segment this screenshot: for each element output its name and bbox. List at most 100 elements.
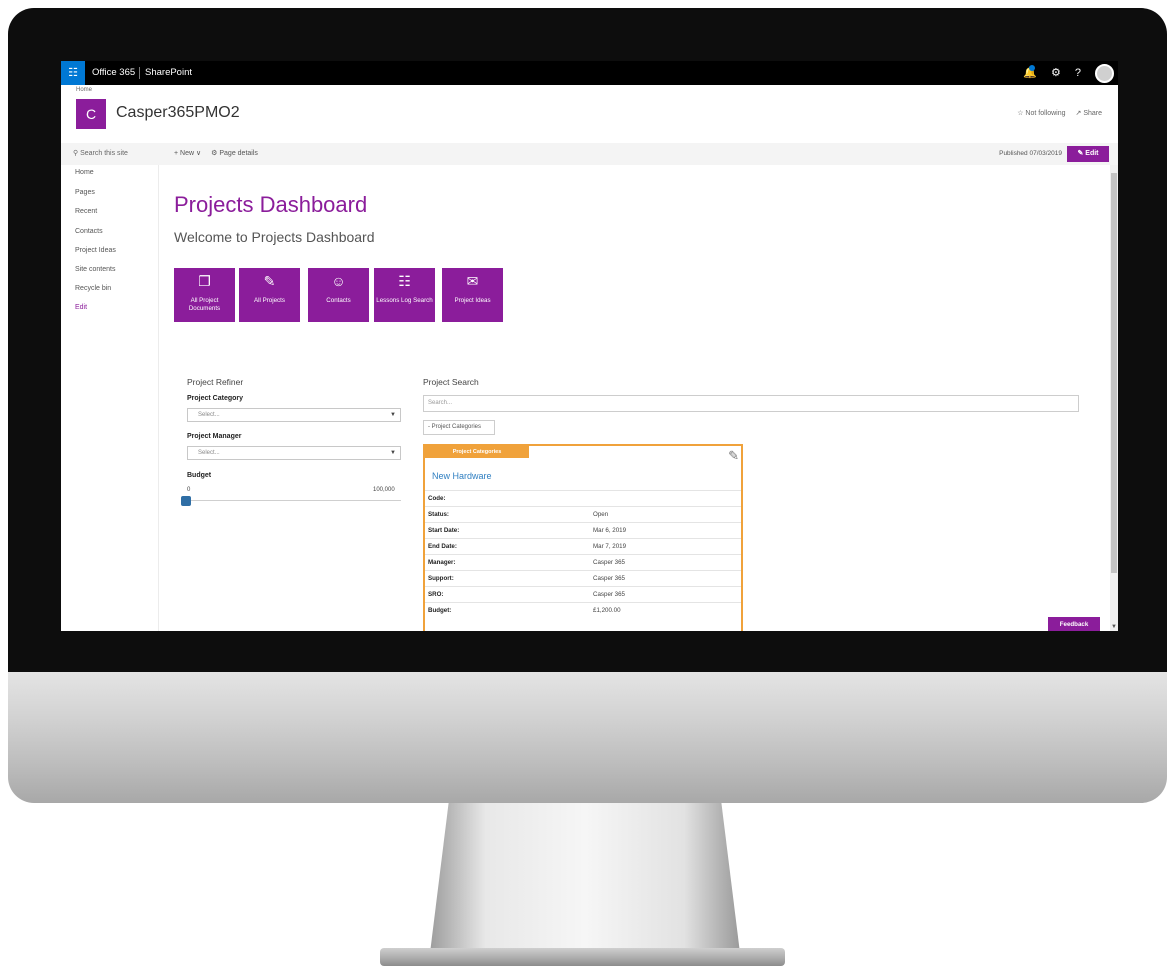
monitor-stand [430,803,740,953]
page-details-label: Page details [219,150,258,157]
manager-label: Project Manager [187,433,242,440]
budget-label: Budget [187,472,212,479]
suite-app-name[interactable]: SharePoint [145,61,192,85]
gear-icon[interactable]: ⚙ [1051,61,1061,85]
avatar[interactable] [1095,63,1114,83]
row-value: Casper 365 [593,575,625,582]
site-search-input[interactable]: ⚲ Search this site [73,149,128,157]
nav-item-site-contents[interactable]: Site contents [75,266,115,273]
row-key: Start Date: [428,527,460,534]
manager-select-value: Select... [198,450,220,456]
project-categories-toggle[interactable]: - Project Categories [423,420,495,435]
caret-down-icon: ▼ [390,412,396,418]
screen: ☷ Office 365 SharePoint 🔔 ⚙ ? Home C Cas… [61,61,1118,631]
table-row: SRO: Casper 365 [425,586,741,602]
project-title-link[interactable]: New Hardware [432,471,492,481]
nav-item-pages[interactable]: Pages [75,189,95,196]
tile-project-ideas[interactable]: ✉ Project Ideas [442,268,503,322]
waffle-icon[interactable]: ☷ [61,61,85,85]
caret-down-icon: ▼ [390,450,396,456]
row-key: SRO: [428,591,444,598]
row-key: Status: [428,511,449,518]
nav-item-recycle-bin[interactable]: Recycle bin [75,285,111,292]
breadcrumb[interactable]: Home [76,87,92,93]
tile-contacts[interactable]: ☺ Contacts [308,268,369,322]
tile-all-projects[interactable]: ✎ All Projects [239,268,300,322]
nav-item-edit[interactable]: Edit [75,304,87,311]
person-icon: ☺ [331,273,346,289]
refiner-title: Project Refiner [187,377,244,387]
edit-label: Edit [1085,150,1099,157]
new-button[interactable]: + New ∨ [174,149,201,157]
table-row: End Date: Mar 7, 2019 [425,538,741,554]
nav-item-contacts[interactable]: Contacts [75,228,103,235]
tile-label: Project Ideas [454,297,491,304]
row-value: Mar 6, 2019 [593,527,627,534]
bell-icon[interactable]: 🔔 [1023,61,1037,85]
row-value: Casper 365 [593,591,625,598]
follow-label: Not following [1025,110,1066,117]
nav-item-home[interactable]: Home [75,169,94,176]
budget-slider-track[interactable] [187,500,401,501]
documents-icon: ❐ [198,273,211,289]
tile-label: All Projects [254,297,285,304]
manager-select[interactable]: Select... ▼ [187,446,401,460]
chevron-down-icon: ∨ [194,150,202,157]
table-row: Status: Open [425,506,741,522]
row-key: Manager: [428,559,456,566]
suite-brand[interactable]: Office 365 [92,61,135,85]
row-value: £1,200.00 [593,607,621,614]
row-value: Mar 7, 2019 [593,543,627,550]
suite-divider [139,67,140,79]
row-key: Code: [428,495,446,502]
monitor-chin [8,672,1167,803]
chat-icon: ✉ [466,273,479,289]
page-scrollbar[interactable]: ▼ [1110,165,1118,631]
edit-icon[interactable]: ✎ [728,448,739,464]
page-subtitle: Welcome to Projects Dashboard [174,229,375,245]
site-search-placeholder: Search this site [80,150,128,157]
tile-lessons-log-search[interactable]: ☷ Lessons Log Search [374,268,435,322]
budget-min: 0 [187,487,191,493]
scroll-down-icon[interactable]: ▼ [1110,623,1118,631]
budget-slider-handle[interactable] [181,496,191,506]
feedback-button[interactable]: Feedback [1048,617,1100,631]
page-title: Projects Dashboard [174,192,368,217]
tile-label: Contacts [326,297,351,304]
category-label: Project Category [187,395,244,402]
document-search-icon: ☷ [398,273,411,289]
published-status: Published 07/03/2019 [999,150,1062,157]
site-title[interactable]: Casper365PMO2 [116,104,240,122]
tile-all-project-documents[interactable]: ❐ All Project Documents [174,268,235,322]
table-row: Manager: Casper 365 [425,554,741,570]
share-button[interactable]: ↗ Share [1076,109,1103,117]
row-value: Open [593,511,609,518]
suite-icons: 🔔 ⚙ ? [1023,61,1114,85]
tile-label: All Project Documents [188,297,221,312]
site-header: Home C Casper365PMO2 ☆ Not following ↗ S… [61,85,1118,143]
edit-button[interactable]: ✎ Edit [1067,146,1109,162]
row-key: Budget: [428,607,452,614]
clipboard-icon: ✎ [263,273,276,289]
row-value: Casper 365 [593,559,625,566]
page-details-button[interactable]: ⚙ Page details [211,149,258,157]
nav-item-recent[interactable]: Recent [75,208,97,215]
table-row: Budget: £1,200.00 [425,602,741,618]
share-label: Share [1083,110,1102,117]
project-card: Project Categories ✎ New Hardware Code: … [423,444,743,631]
project-search-input[interactable]: Search... [423,395,1079,412]
site-logo[interactable]: C [76,99,106,129]
follow-button[interactable]: ☆ Not following [1017,109,1065,117]
row-key: Support: [428,575,454,582]
help-icon[interactable]: ? [1075,61,1081,85]
table-row: Code: [425,490,741,506]
scrollbar-thumb[interactable] [1111,173,1117,573]
category-select[interactable]: Select... ▼ [187,408,401,422]
table-row: Start Date: Mar 6, 2019 [425,522,741,538]
search-title: Project Search [423,377,479,387]
site-actions: ☆ Not following ↗ Share [1017,109,1102,117]
monitor-stand-base [380,948,785,966]
nav-item-project-ideas[interactable]: Project Ideas [75,247,116,254]
suite-bar: ☷ Office 365 SharePoint 🔔 ⚙ ? [61,61,1118,85]
tile-label: Lessons Log Search [376,297,433,304]
